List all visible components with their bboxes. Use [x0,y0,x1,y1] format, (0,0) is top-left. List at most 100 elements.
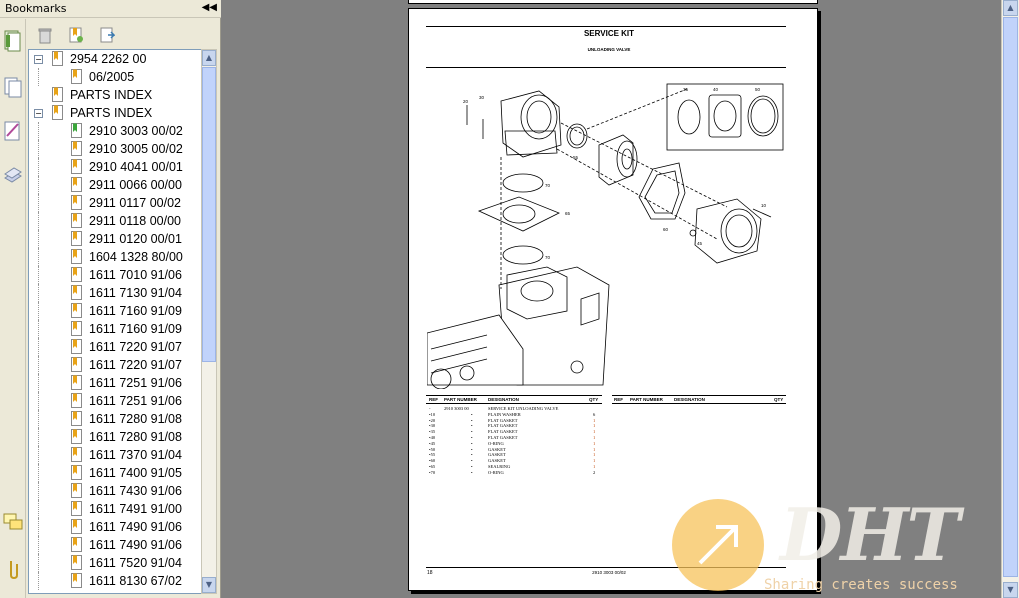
doc-scroll-down-button[interactable]: ▼ [1003,582,1018,598]
col-part-header: PART NUMBER [444,397,477,402]
side-tab-strip [0,19,26,598]
bookmark-label: 1611 7490 91/06 [89,538,182,552]
bookmark-item[interactable]: 1611 7251 91/06 [29,392,202,410]
bookmark-item[interactable]: 2910 3003 00/02 [29,122,202,140]
bookmark-icon [71,141,82,156]
scroll-up-button[interactable]: ▲ [202,50,216,66]
table-cell-ref: •35 [429,429,436,435]
table-cell-ref: •20 [429,417,436,423]
expand-toggle[interactable]: − [34,109,43,118]
bookmark-icon [71,69,82,84]
bookmark-item[interactable]: 1611 7430 91/06 [29,482,202,500]
bookmark-item[interactable]: − 2954 2262 00 [29,50,202,68]
bookmark-item[interactable]: 2910 4041 00/01 [29,158,202,176]
bookmark-item[interactable]: 1611 7220 91/07 [29,338,202,356]
bookmark-icon [71,213,82,228]
bookmark-item[interactable]: 06/2005 [29,68,202,86]
bookmark-icon [52,87,63,102]
layers-icon[interactable] [3,75,23,98]
table-cell-part: • [471,435,473,440]
bookmark-icon [71,321,82,336]
svg-text:40: 40 [713,87,719,92]
table-cell-desig: GASKET [488,452,506,458]
table-cell-qty: 1 [593,429,596,435]
bookmark-item[interactable]: 2911 0066 00/00 [29,176,202,194]
svg-text:30: 30 [479,95,485,100]
bookmark-label: 1611 7251 91/06 [89,394,182,408]
bookmark-item[interactable]: 1611 7520 91/04 [29,554,202,572]
bookmark-label: 1611 7370 91/04 [89,448,182,462]
bookmark-icon [71,249,82,264]
bookmark-item[interactable]: − PARTS INDEX [29,104,202,122]
bookmark-label: 06/2005 [89,70,135,84]
bookmarks-panel: Bookmarks ◀◀ −2954 2262 00 06/2005 PARTS… [0,0,221,598]
scroll-down-button[interactable]: ▼ [202,577,216,593]
bookmark-item[interactable]: 1604 1328 80/00 [29,248,202,266]
watermark-logo [672,499,764,591]
bookmark-item[interactable]: 1611 7220 91/07 [29,356,202,374]
paperclip-icon[interactable] [3,557,23,580]
svg-text:35: 35 [683,87,689,92]
collapse-panel-button[interactable]: ◀◀ [202,2,217,13]
bookmark-item[interactable]: 1611 7490 91/06 [29,536,202,554]
bookmark-label: 2954 2262 00 [70,52,147,66]
bookmark-item[interactable]: 2911 0120 00/01 [29,230,202,248]
table-cell-qty: 2 [593,469,596,475]
bookmark-item[interactable]: 1611 8130 67/02 [29,572,202,590]
table-cell-part: • [471,464,473,469]
svg-text:65: 65 [565,211,571,216]
bookmark-item[interactable]: 1611 7130 91/04 [29,284,202,302]
table-cell-qty: 1 [593,423,596,429]
bookmark-icon [52,51,63,66]
bookmark-item[interactable]: 1611 7400 91/05 [29,464,202,482]
bookmark-tree: − 2954 2262 00 06/2005 PARTS INDEX − PARTS IN… [28,49,203,594]
document-scrollbar[interactable]: ▲ ▼ [1001,0,1019,598]
bookmark-item[interactable]: 1611 7010 91/06 [29,266,202,284]
bookmark-icon [71,339,82,354]
col-part-header-right: PART NUMBER [630,397,663,402]
svg-text:70: 70 [545,255,551,260]
new-bookmark-icon[interactable] [68,26,84,44]
bookmark-item[interactable]: 1611 7160 91/09 [29,320,202,338]
col-ref-header-right: REF [614,397,623,402]
pages-icon[interactable] [3,29,23,52]
table-cell-part: 2910 3003 00 [444,406,469,411]
bookmark-label: 2911 0117 00/02 [89,196,181,210]
bookmark-item[interactable]: 1611 7491 91/00 [29,500,202,518]
bookmark-item[interactable]: 2911 0117 00/02 [29,194,202,212]
bookmark-item[interactable]: 2911 0118 00/00 [29,212,202,230]
table-cell-desig: O-RING [488,440,504,446]
signatures-icon[interactable] [3,119,23,141]
bookmark-item[interactable]: 1611 7251 91/06 [29,374,202,392]
table-cell-ref: •70 [429,469,436,475]
comments-icon[interactable] [3,511,23,533]
table-cell-qty: 1 [593,446,596,452]
expand-toggle[interactable]: − [34,55,43,64]
delete-bookmark-icon[interactable] [37,26,53,44]
bookmark-label: 1611 7400 91/05 [89,466,182,480]
expand-bookmark-icon[interactable] [99,26,116,44]
bookmark-icon [71,555,82,570]
doc-scroll-up-button[interactable]: ▲ [1003,0,1018,16]
page-subtitle: UNLOADING VALVE [587,47,631,52]
bookmark-label: 1604 1328 80/00 [89,250,183,264]
watermark-tagline: Sharing creates success [764,577,958,593]
bookmark-item[interactable]: PARTS INDEX [29,86,202,104]
bookmark-item[interactable]: 1611 7280 91/08 [29,410,202,428]
table-cell-desig: FLAT GASKET [488,423,518,429]
bookmark-item[interactable]: 1611 7160 91/09 [29,302,202,320]
col-designation-header-right: DESIGNATION [674,397,705,402]
attachments-icon[interactable] [3,164,23,186]
bookmark-item[interactable]: 1611 7370 91/04 [29,446,202,464]
doc-scroll-thumb[interactable] [1003,17,1018,577]
bookmark-label: 1611 7160 91/09 [89,304,182,318]
table-cell-desig: PLAIN WASHER [488,411,521,417]
bookmark-label: 1611 7520 91/04 [89,556,182,570]
previous-page-edge [408,0,818,4]
bookmark-item[interactable]: 2910 3005 00/02 [29,140,202,158]
bookmark-icon [71,483,82,498]
bookmark-item[interactable]: 1611 7280 91/08 [29,428,202,446]
bookmark-scrollbar[interactable]: ▲ ▼ [201,49,217,594]
scroll-thumb[interactable] [202,67,216,362]
bookmark-item[interactable]: 1611 7490 91/06 [29,518,202,536]
